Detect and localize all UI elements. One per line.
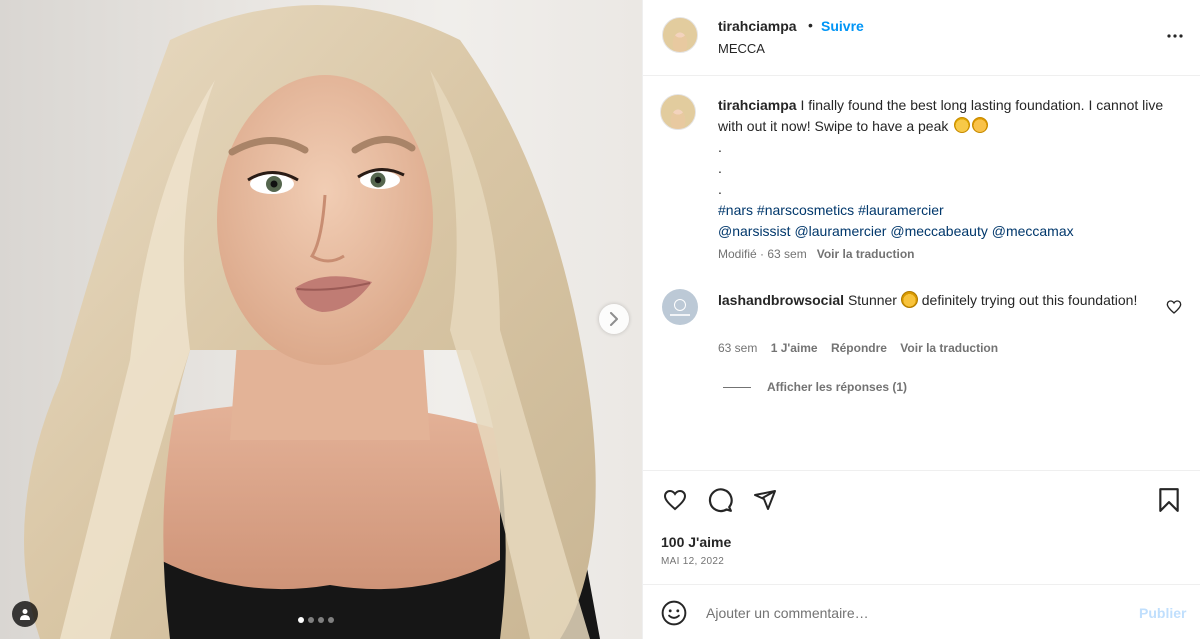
comment-text-start: Stunner — [847, 292, 897, 308]
carousel-indicator — [298, 617, 334, 623]
comment-button[interactable] — [706, 486, 734, 514]
face-with-rolling-eyes-icon — [954, 117, 971, 133]
caption-dot: . — [718, 160, 722, 176]
caption-meta: Modifié · 63 sem Voir la traduction — [718, 247, 915, 261]
more-options-button[interactable] — [1163, 24, 1187, 48]
user-icon — [20, 609, 30, 620]
comment-meta: 63 sem 1 J'aime Répondre Voir la traduct… — [718, 341, 1008, 355]
chevron-right-icon — [610, 312, 618, 326]
comment-text-end: definitely trying out this foundation! — [921, 292, 1138, 308]
follow-button[interactable]: Suivre — [821, 18, 864, 34]
carousel-dot — [298, 617, 304, 623]
caption-translate-link[interactable]: Voir la traduction — [817, 247, 915, 261]
replies-divider — [723, 386, 751, 388]
caption-avatar[interactable] — [660, 94, 696, 130]
hashtag-link[interactable]: #lauramercier — [858, 202, 944, 218]
next-slide-button[interactable] — [599, 304, 629, 334]
post-caption: tirahciampa I finally found the best lon… — [718, 95, 1178, 242]
comment-username[interactable]: lashandbrowsocial — [718, 292, 844, 308]
mention-link[interactable]: @narsissist — [718, 223, 791, 239]
likes-count[interactable]: 100 J'aime — [661, 534, 731, 550]
comment-likes[interactable]: 1 J'aime — [771, 341, 818, 355]
post-photo — [24, 5, 600, 639]
location-link[interactable]: MECCA — [718, 41, 765, 56]
edited-timestamp: Modifié · 63 sem — [718, 247, 807, 261]
commenter-avatar[interactable] — [662, 289, 698, 325]
mention-link[interactable]: @meccabeauty — [890, 223, 987, 239]
save-button[interactable] — [1155, 486, 1183, 514]
tagged-users-button[interactable] — [12, 601, 38, 627]
publish-button[interactable]: Publier — [1139, 605, 1186, 621]
comment-like-heart-icon[interactable] — [1166, 299, 1182, 315]
post-header: tirahciampa • Suivre MECCA — [643, 0, 1200, 76]
comment-time: 63 sem — [718, 341, 758, 355]
heart-icon — [663, 489, 687, 511]
carousel-dot — [308, 617, 314, 623]
post-media[interactable] — [0, 0, 642, 639]
face-blowing-kiss-icon — [972, 117, 989, 133]
action-bar — [643, 470, 1200, 513]
mention-link[interactable]: @meccamax — [992, 223, 1074, 239]
post-side-panel: tirahciampa • Suivre MECCA tirahciampa I… — [642, 0, 1200, 639]
comment-input[interactable] — [706, 595, 1116, 631]
post-date[interactable]: MAI 12, 2022 — [661, 556, 724, 567]
comment: lashandbrowsocial Stunner definitely try… — [718, 290, 1138, 311]
bookmark-icon — [1159, 488, 1179, 512]
comment-translate-link[interactable]: Voir la traduction — [900, 341, 998, 355]
mention-link[interactable]: @lauramercier — [794, 223, 886, 239]
face-screaming-icon — [900, 291, 918, 308]
emoji-icon[interactable] — [661, 600, 687, 626]
separator-dot: • — [808, 17, 813, 33]
hashtag-link[interactable]: #nars — [718, 202, 753, 218]
reply-button[interactable]: Répondre — [831, 341, 887, 355]
carousel-dot — [318, 617, 324, 623]
like-button[interactable] — [661, 486, 689, 514]
view-replies-label: Afficher les réponses (1) — [767, 380, 908, 394]
paper-plane-icon — [754, 490, 776, 510]
add-comment-bar: Publier — [643, 584, 1200, 639]
carousel-dot — [328, 617, 334, 623]
avatar[interactable] — [662, 17, 698, 53]
share-button[interactable] — [751, 486, 779, 514]
comment-bubble-icon — [708, 488, 733, 513]
caption-dot: . — [718, 139, 722, 155]
caption-dot: . — [718, 181, 722, 197]
view-replies-button[interactable]: Afficher les réponses (1) — [723, 380, 907, 394]
caption-username[interactable]: tirahciampa — [718, 97, 797, 113]
post-dialog: tirahciampa • Suivre MECCA tirahciampa I… — [0, 0, 1200, 639]
hashtag-link[interactable]: #narscosmetics — [757, 202, 854, 218]
more-horizontal-icon — [1167, 34, 1183, 38]
author-username[interactable]: tirahciampa — [718, 18, 797, 34]
